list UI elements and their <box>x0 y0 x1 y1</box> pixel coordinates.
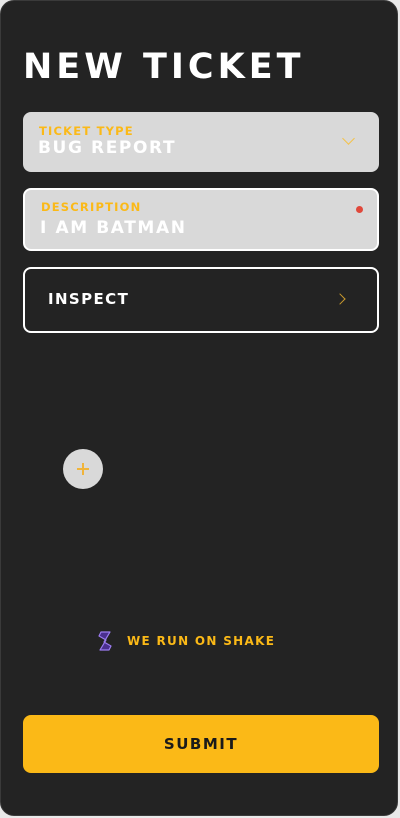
description-label: DESCRIPTION <box>41 200 142 214</box>
description-field[interactable]: DESCRIPTION I AM BATMAN <box>23 188 379 251</box>
powered-by-text: WE RUN ON SHAKE <box>127 634 276 648</box>
inspect-label: INSPECT <box>48 290 130 308</box>
page-title: NEW TICKET <box>23 47 305 87</box>
submit-label: SUBMIT <box>163 735 239 753</box>
chevron-right-icon <box>334 293 346 305</box>
chevron-down-icon <box>342 132 355 145</box>
required-indicator <box>356 206 363 213</box>
ticket-type-value: BUG REPORT <box>38 138 177 158</box>
powered-by-shake: WE RUN ON SHAKE <box>97 631 275 651</box>
ticket-type-select[interactable]: TICKET TYPE BUG REPORT <box>23 112 379 172</box>
submit-button[interactable]: SUBMIT <box>23 715 379 773</box>
shake-logo-icon <box>98 631 112 651</box>
description-value: I AM BATMAN <box>40 218 187 238</box>
inspect-button[interactable]: INSPECT <box>23 267 379 333</box>
plus-icon-stem <box>82 463 84 475</box>
ticket-type-label: TICKET TYPE <box>39 124 134 138</box>
add-attachment-button[interactable] <box>63 449 103 489</box>
app-screen: NEW TICKET TICKET TYPE BUG REPORT DESCRI… <box>0 0 398 816</box>
